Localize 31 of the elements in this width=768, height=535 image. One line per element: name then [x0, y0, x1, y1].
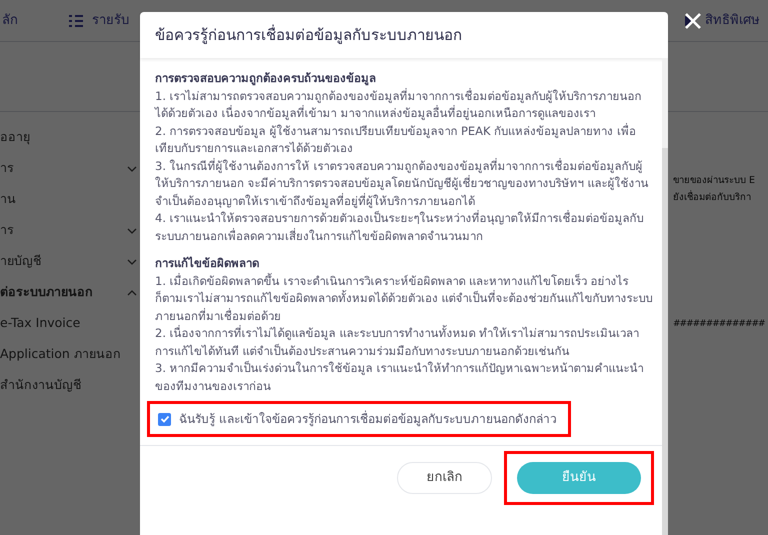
- sidebar-item[interactable]: ออายุ: [0, 128, 30, 147]
- nav-item[interactable]: รายรับ: [92, 10, 129, 30]
- list-icon: [68, 14, 84, 28]
- sidebar-item[interactable]: Application ภายนอก: [0, 345, 121, 364]
- sidebar-item[interactable]: ต่อระบบภายนอก: [0, 283, 93, 302]
- agreement-label: ฉันรับรู้ และเข้าใจข้อควรรู้ก่อนการเชื่อมต่อข้อมูลกับระบบภายนอกดังกล่าว: [179, 410, 557, 428]
- section-heading: การตรวจสอบความถูกต้องครบถ้วนของข้อมูล: [155, 70, 377, 88]
- section-heading: การแก้ไขข้อผิดพลาด: [155, 255, 260, 272]
- confirm-button[interactable]: ยืนยัน: [517, 462, 641, 494]
- list-item: 3. ในกรณีที่ผู้ใช้งานต้องการให้ เราตรวจสอบความถูกต้องของข้อมูลที่มาจากการเชื่อมต่อข้อมูลกับผู้ให้บริการภายนอก จะมีค่าบริการตรวจสอบข้อมูลโดยนักบัญชีผู้เชี่ยวชาญของทางบริษัทฯ และผู้ใช้งานจำเป็นต้องอนุญาตให้เราเข้าถึงข้อมูลที่อยู่ที่ผู้ให้บริการภายนอกได้: [155, 158, 650, 210]
- list-item: 3. หากมีความจำเป็นเร่งด่วนในการใช้ข้อมูล เราแนะนำให้ทำการแก้ปัญหาเฉพาะหน้าตามคำแนะนำของทีมงานของเราก่อน: [155, 360, 644, 394]
- list-item: 1. เราไม่สามารถตรวจสอบความถูกต้องของข้อมูลที่มาจากการเชื่อมต่อข้อมูลกับผู้ให้บริการภายนอกได้ด้วยตัวเอง เนื่องจากข้อมูลที่เข้ามา มาจากแหล่งข้อมูลอื่นที่อยู่นอกเหนือการดูแลของเรา: [155, 88, 643, 122]
- sidebar-item[interactable]: ายบัญชี: [0, 252, 41, 271]
- sidebar-item[interactable]: e-Tax Invoice: [0, 314, 80, 333]
- sidebar-item[interactable]: าร: [0, 221, 14, 240]
- sidebar-item[interactable]: าน: [0, 190, 16, 209]
- list-item: 2. การตรวจสอบข้อมูล ผู้ใช้งานสามารถเปรียบเทียบข้อมูลจาก PEAK กับแหล่งข้อมูลปลายทาง เพื่อเทียบกับรายการและเอกสารได้ด้วยตัวเอง: [155, 122, 637, 157]
- sidebar-item[interactable]: าร: [0, 159, 14, 178]
- list-item: 1. เมื่อเกิดข้อผิดพลาดขึ้น เราจะดำเนินการวิเคราะห์ข้อผิดพลาด และหาทางแก้ไขโดยเร็ว อย่างไรก็ตามเราไม่สามารถแก้ไขข้อผิดพลาดทั้งหมดได้ด้วยตัวเอง แต่จำเป็นที่จะต้องช่วยกันแก้ไขกับทางระบบภายนอกที่มาเชื่อมต่อด้วย: [155, 272, 654, 324]
- nav-item[interactable]: สิทธิพิเศษ: [705, 10, 760, 30]
- cancel-button[interactable]: ยกเลิก: [397, 462, 492, 494]
- background-text: ยังเชื่อมต่อกับบริกา: [673, 189, 751, 205]
- dialog-title: ข้อควรรู้ก่อนการเชื่อมต่อข้อมูลกับระบบภายนอก: [155, 24, 462, 46]
- list-item: 2. เนื่องจากการที่เราไม่ได้ดูแลข้อมูล และระบบการทำงานทั้งหมด ทำให้เราไม่สามารถประเมินเวลาการแก้ไขได้ทันที แต่จำเป็นต้องประสานความร่วมมือกับทางระบบภายนอกด้วยเช่นกัน: [155, 325, 640, 360]
- list-item: 4. เราแนะนำให้ตรวจสอบรายการด้วยตัวเองเป็นระยะๆในระหว่างที่อนุญาตให้มีการเชื่อมต่อข้อมูลกับระบบภายนอกเพื่อลดความเสี่ยงในการแก้ไขข้อผิดพลาดจำนวนมาก: [155, 210, 645, 244]
- sidebar-item[interactable]: สำนักงานบัญชี: [0, 376, 81, 395]
- agreement-checkbox[interactable]: [158, 412, 171, 426]
- nav-item[interactable]: ลัก: [2, 10, 18, 30]
- background-text: ##############: [673, 318, 765, 331]
- close-icon[interactable]: [684, 12, 702, 30]
- background-text: ขายของผ่านระบบ E: [673, 174, 756, 188]
